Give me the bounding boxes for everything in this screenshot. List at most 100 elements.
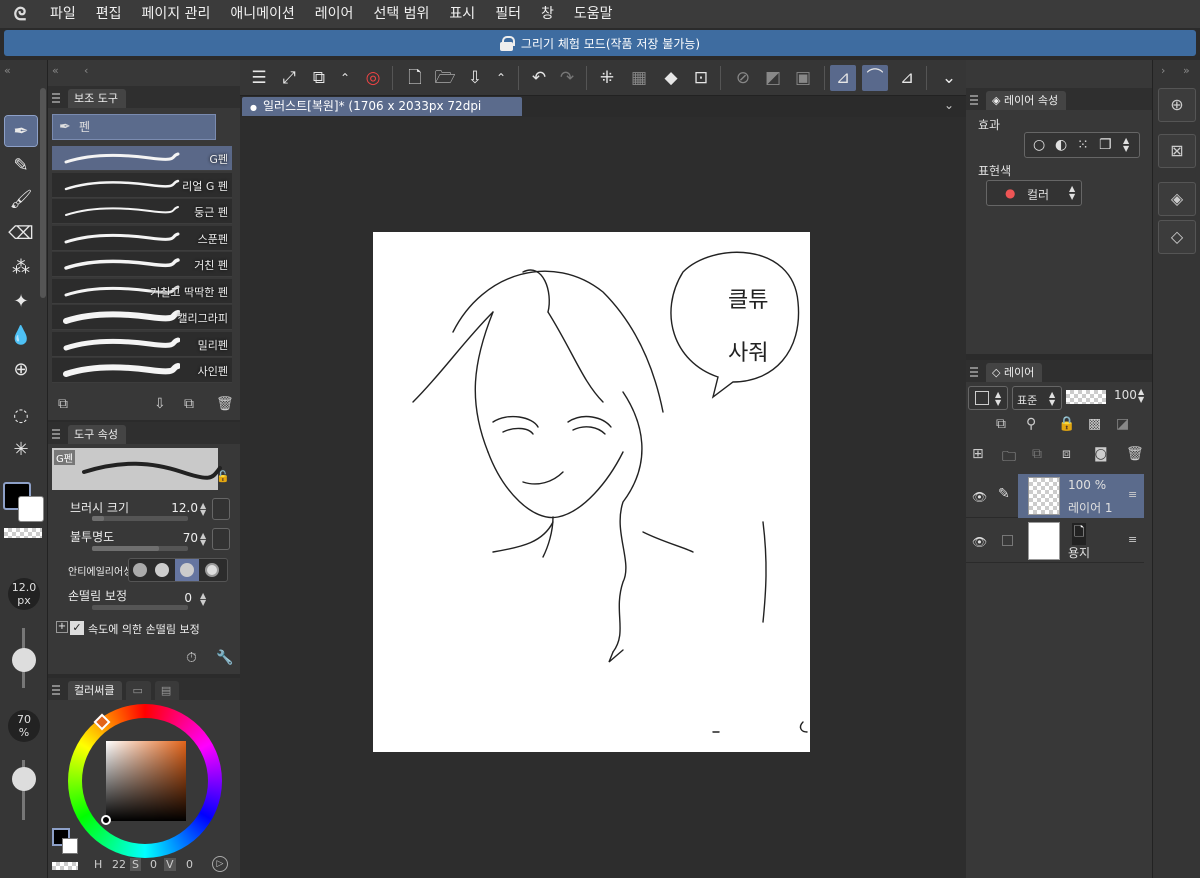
layer-row[interactable]: 👁 ✎ 100 % 레이어 1 ≡ [966, 474, 1144, 518]
play-icon[interactable]: ▷ [212, 856, 228, 872]
stabilization-value[interactable]: 0 [184, 591, 192, 605]
clear-icon[interactable]: ▦ [626, 65, 652, 91]
subtool-item[interactable]: 둥근 펜 [52, 199, 232, 224]
toolbar-more-icon[interactable]: ⌄ [936, 65, 962, 91]
menu-animation[interactable]: 애니메이션 [220, 0, 304, 28]
drawing-paper[interactable]: 클튜 사줘 [373, 232, 810, 752]
menu-edit[interactable]: 편집 [86, 0, 132, 28]
app-logo-icon[interactable]: ᘓ [0, 4, 40, 25]
material-icon[interactable]: ⊠ [1158, 134, 1196, 168]
toolbar-stepper-icon[interactable]: ⌃ [332, 65, 358, 91]
deselect-icon[interactable]: ⁜ [594, 65, 620, 91]
collapse-panel-icon[interactable]: « [52, 64, 59, 77]
transform-icon[interactable]: ⧉ [306, 65, 332, 91]
pen-tool-icon[interactable]: ✒ [4, 115, 38, 147]
visibility-eye-icon[interactable]: 👁 [972, 490, 987, 504]
fill-icon[interactable]: ◆ [658, 65, 684, 91]
tab-color-slider[interactable]: ▭ [126, 681, 151, 700]
tab-list-icon[interactable]: ⌄ [944, 98, 954, 112]
eraser-tool-icon[interactable]: ⌫ [5, 218, 37, 248]
menu-file[interactable]: 파일 [40, 0, 86, 28]
collapse-right-double-icon[interactable]: » [1183, 64, 1190, 77]
expression-color-select[interactable]: ● 컬러 ▲ ▼ [986, 180, 1082, 206]
tone-effect-icon[interactable]: ⁙ [1077, 137, 1089, 153]
panel-grip-icon[interactable] [52, 429, 60, 439]
opacity-stepper[interactable]: ▲ ▼ [200, 532, 206, 547]
opacity-pressure-toggle[interactable] [212, 528, 230, 550]
speed-stab-checkbox[interactable]: ✓ [70, 621, 84, 635]
stabilization-slider[interactable] [92, 605, 188, 610]
layer-drag-handle-icon[interactable]: ≡ [1128, 488, 1137, 501]
subtool-item[interactable]: G펜 [52, 146, 232, 171]
opacity-slider[interactable] [92, 546, 188, 551]
magic-wand-tool-icon[interactable]: ✳ [5, 434, 37, 464]
clip-layer-icon[interactable]: ⧉ [996, 416, 1006, 432]
fit-canvas-icon[interactable]: ⤢ [276, 65, 302, 91]
layer-drag-handle-icon[interactable]: ≡ [1128, 533, 1137, 546]
menu-page[interactable]: 페이지 관리 [132, 0, 221, 28]
brush-size-stepper[interactable]: ▲ ▼ [200, 502, 206, 517]
menu-selection[interactable]: 선택 범위 [363, 0, 439, 28]
saturation-value-square[interactable] [106, 741, 186, 821]
lock-transparency-icon[interactable]: ▩ [1088, 416, 1101, 432]
paper-layer-name[interactable]: 용지 [1068, 544, 1090, 561]
antialias-none-option[interactable] [133, 563, 147, 577]
panel-grip-icon[interactable] [52, 93, 60, 103]
layer-opacity-value[interactable]: 100 [1114, 388, 1137, 402]
airbrush-tool-icon[interactable]: ⁂ [5, 252, 37, 282]
blend-tool-icon[interactable]: 💧 [5, 320, 37, 350]
snap-special-ruler-icon[interactable]: ⌒ [862, 65, 888, 91]
transfer-lower-icon[interactable]: ⧉ [1032, 446, 1042, 462]
toolbar-stepper-2-icon[interactable]: ⌃ [488, 65, 514, 91]
subtool-group-pen[interactable]: ✒ 펜 [52, 114, 216, 140]
reference-layer-icon[interactable]: ⚲ [1026, 416, 1036, 432]
opacity-value[interactable]: 70 [183, 531, 198, 545]
menu-hamburger-icon[interactable]: ☰ [246, 65, 272, 91]
mini-sub-color[interactable] [62, 838, 78, 854]
ruler-off-icon[interactable]: ⊘ [730, 65, 756, 91]
new-folder-icon[interactable]: 🗀 [1002, 446, 1016, 470]
stopwatch-icon[interactable]: ⏱ [186, 650, 197, 666]
lock-preview-icon[interactable]: 🔓 [216, 470, 230, 483]
subtool-item[interactable]: 거친 펜 [52, 252, 232, 277]
visibility-eye-icon[interactable]: 👁 [972, 535, 987, 549]
delete-layer-icon[interactable]: 🗑 [1126, 446, 1144, 462]
ref-layer-icon[interactable]: ◎ [360, 65, 386, 91]
menu-filter[interactable]: 필터 [485, 0, 531, 28]
size-slider-handle[interactable] [12, 648, 36, 672]
mini-transparent-color[interactable] [52, 862, 78, 870]
border-effect-icon[interactable]: ○ [1033, 137, 1045, 153]
collapse-right-icon[interactable]: › [1161, 64, 1165, 77]
layer-opacity-stepper[interactable]: ▲ ▼ [1138, 388, 1144, 404]
opacity-slider-handle[interactable] [12, 767, 36, 791]
redo-icon[interactable]: ↷ [554, 65, 580, 91]
figure-tool-icon[interactable]: ⊕ [5, 354, 37, 384]
layer-color-icon[interactable]: ❐ [1099, 137, 1112, 153]
layer-property-icon[interactable]: ◈ [1158, 182, 1196, 216]
lock-layer-icon[interactable]: 🔒 [1058, 416, 1075, 432]
sv-marker[interactable] [101, 815, 111, 825]
wrench-icon[interactable]: 🔧 [216, 650, 233, 666]
mask-layer-icon[interactable]: ◪ [1116, 416, 1129, 432]
frame-icon[interactable]: ▣ [790, 65, 816, 91]
snap-ruler-icon[interactable]: ⊿ [830, 65, 856, 91]
brush-size-pressure-toggle[interactable] [212, 498, 230, 520]
new-file-icon[interactable]: 🗋 [402, 65, 428, 91]
tab-color-circle[interactable]: 컬러써클 [68, 681, 123, 700]
import-subtool-icon[interactable]: ⇩ [154, 396, 166, 412]
duplicate-subtool-icon[interactable]: ⧉ [184, 396, 194, 412]
subtool-item[interactable]: 스푼펜 [52, 225, 232, 251]
expand-icon[interactable]: + [56, 621, 68, 633]
brush-size-slider[interactable] [92, 516, 188, 521]
brush-tool-icon[interactable]: 🖌 [5, 184, 37, 214]
open-file-icon[interactable]: 🗁 [432, 65, 458, 91]
collapse-left-icon[interactable]: « [4, 64, 11, 77]
layer-opacity-slider[interactable] [1066, 390, 1106, 404]
panel-grip-icon[interactable] [52, 685, 60, 695]
sub-color-swatch[interactable] [18, 496, 44, 522]
layer-stack-icon[interactable]: ◇ [1158, 220, 1196, 254]
export-icon[interactable]: ⇩ [462, 65, 488, 91]
navigator-icon[interactable]: ⊕ [1158, 88, 1196, 122]
collapse-panel-left-icon[interactable]: ‹ [84, 64, 88, 77]
effect-stepper[interactable]: ▲ ▼ [1123, 137, 1129, 153]
